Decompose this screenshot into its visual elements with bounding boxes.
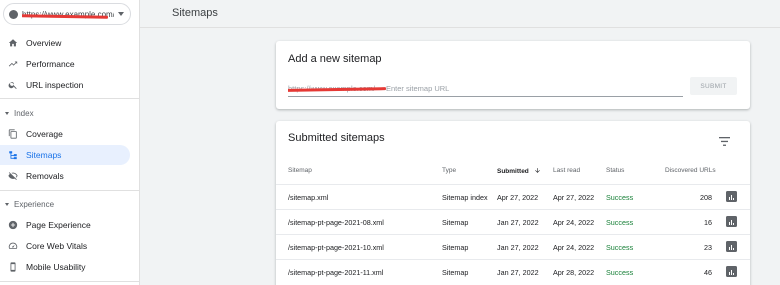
property-globe-icon — [9, 9, 18, 19]
table-row[interactable]: /sitemap-pt-page-2021-08.xml Sitemap Jan… — [276, 209, 750, 234]
cell-type: Sitemap — [442, 268, 469, 277]
chevron-down-icon — [118, 12, 124, 16]
cell-submitted: Jan 27, 2022 — [497, 243, 539, 252]
sidebar-item-page-experience[interactable]: Page Experience — [0, 215, 130, 235]
sidebar-item-label: Core Web Vitals — [26, 241, 88, 251]
sidebar-item-sitemaps[interactable]: Sitemaps — [0, 145, 130, 165]
cell-type: Sitemap index — [442, 193, 488, 202]
cell-sitemap: /sitemap.xml — [288, 193, 329, 202]
sidebar-item-performance[interactable]: Performance — [0, 54, 130, 74]
cell-discovered-urls: 23 — [704, 243, 712, 252]
sidebar-item-label: Mobile Usability — [26, 262, 86, 272]
cell-submitted: Apr 27, 2022 — [497, 193, 539, 202]
cell-status: Success — [606, 193, 634, 202]
cell-status: Success — [606, 268, 634, 277]
column-header-last-read[interactable]: Last read — [553, 167, 580, 174]
search-icon — [0, 80, 26, 90]
sidebar-item-label: Coverage — [26, 129, 63, 139]
cell-last-read: Apr 28, 2022 — [553, 268, 595, 277]
cell-type: Sitemap — [442, 218, 469, 227]
cell-status: Success — [606, 218, 634, 227]
cell-last-read: Apr 24, 2022 — [553, 243, 595, 252]
sidebar-item-label: Overview — [26, 38, 62, 48]
cell-discovered-urls: 208 — [700, 193, 712, 202]
sidebar-item-url-inspection[interactable]: URL inspection — [0, 75, 130, 95]
column-header-type[interactable]: Type — [442, 167, 456, 174]
sidebar-item-coverage[interactable]: Coverage — [0, 124, 130, 144]
submitted-sitemaps-title: Submitted sitemaps — [288, 132, 385, 144]
bar-chart-icon[interactable] — [726, 191, 737, 202]
submitted-sitemaps-card: Submitted sitemaps Sitemap Type Submitte… — [276, 121, 750, 285]
table-row[interactable]: /sitemap-pt-page-2021-11.xml Sitemap Jan… — [276, 259, 750, 284]
section-header-index[interactable]: Index — [5, 109, 34, 118]
page-title: Sitemaps — [172, 7, 218, 19]
cell-sitemap: /sitemap-pt-page-2021-08.xml — [288, 218, 384, 227]
home-icon — [0, 38, 26, 48]
sidebar-divider — [0, 98, 140, 99]
bar-chart-icon[interactable] — [726, 241, 737, 252]
trending-up-icon — [0, 59, 26, 69]
sidebar-item-label: Page Experience — [26, 220, 91, 230]
column-header-submitted[interactable]: Submitted — [497, 167, 541, 175]
sidebar-divider — [0, 190, 140, 191]
column-header-status[interactable]: Status — [606, 167, 624, 174]
collapse-triangle-icon — [5, 112, 9, 115]
section-header-experience[interactable]: Experience — [5, 200, 54, 209]
sitemap-url-field[interactable]: https://www.example.com/ — [288, 81, 683, 97]
sidebar-item-label: Performance — [26, 59, 75, 69]
table-row[interactable]: /sitemap.xml Sitemap index Apr 27, 2022 … — [276, 184, 750, 209]
bar-chart-icon[interactable] — [726, 216, 737, 227]
sidebar-item-core-web-vitals[interactable]: Core Web Vitals — [0, 236, 130, 256]
cell-status: Success — [606, 243, 634, 252]
cell-sitemap: /sitemap-pt-page-2021-10.xml — [288, 243, 384, 252]
top-bar: Sitemaps — [140, 0, 780, 28]
sidebar-item-mobile-usability[interactable]: Mobile Usability — [0, 257, 130, 277]
add-sitemap-card: Add a new sitemap https://www.example.co… — [276, 41, 750, 109]
url-prefix: https://www.example.com/ — [288, 84, 386, 93]
sidebar-item-label: Removals — [26, 171, 64, 181]
filter-icon[interactable] — [719, 133, 730, 151]
arrow-down-icon — [534, 168, 540, 173]
sidebar: https://www.example.com/ Overview Perfor… — [0, 0, 140, 285]
bar-chart-icon[interactable] — [726, 266, 737, 277]
sitemap-icon — [0, 150, 26, 160]
phone-icon — [0, 262, 26, 272]
sidebar-item-label: Sitemaps — [26, 150, 62, 160]
cell-discovered-urls: 46 — [704, 268, 712, 277]
cell-submitted: Jan 27, 2022 — [497, 268, 539, 277]
sidebar-item-label: URL inspection — [26, 80, 84, 90]
add-sitemap-title: Add a new sitemap — [288, 53, 382, 65]
submit-button[interactable]: SUBMIT — [690, 77, 737, 95]
sidebar-item-overview[interactable]: Overview — [0, 33, 130, 53]
cell-type: Sitemap — [442, 243, 469, 252]
sitemap-url-input[interactable] — [386, 84, 676, 93]
visibility-off-icon — [0, 171, 26, 181]
cell-discovered-urls: 16 — [704, 218, 712, 227]
collapse-triangle-icon — [5, 203, 9, 206]
property-url: https://www.example.com/ — [22, 10, 114, 19]
property-selector[interactable]: https://www.example.com/ — [3, 3, 131, 25]
table-row[interactable]: /sitemap-pt-page-2021-10.xml Sitemap Jan… — [276, 234, 750, 259]
sidebar-item-removals[interactable]: Removals — [0, 166, 130, 186]
column-header-sitemap[interactable]: Sitemap — [288, 167, 312, 174]
column-header-discovered-urls[interactable]: Discovered URLs — [665, 167, 716, 174]
cell-last-read: Apr 24, 2022 — [553, 218, 595, 227]
sidebar-divider — [0, 281, 140, 282]
cell-last-read: Apr 27, 2022 — [553, 193, 595, 202]
cell-submitted: Jan 27, 2022 — [497, 218, 539, 227]
speed-gauge-icon — [0, 241, 26, 251]
add-circle-icon — [0, 220, 26, 230]
file-copy-icon — [0, 129, 26, 139]
cell-sitemap: /sitemap-pt-page-2021-11.xml — [288, 268, 384, 277]
